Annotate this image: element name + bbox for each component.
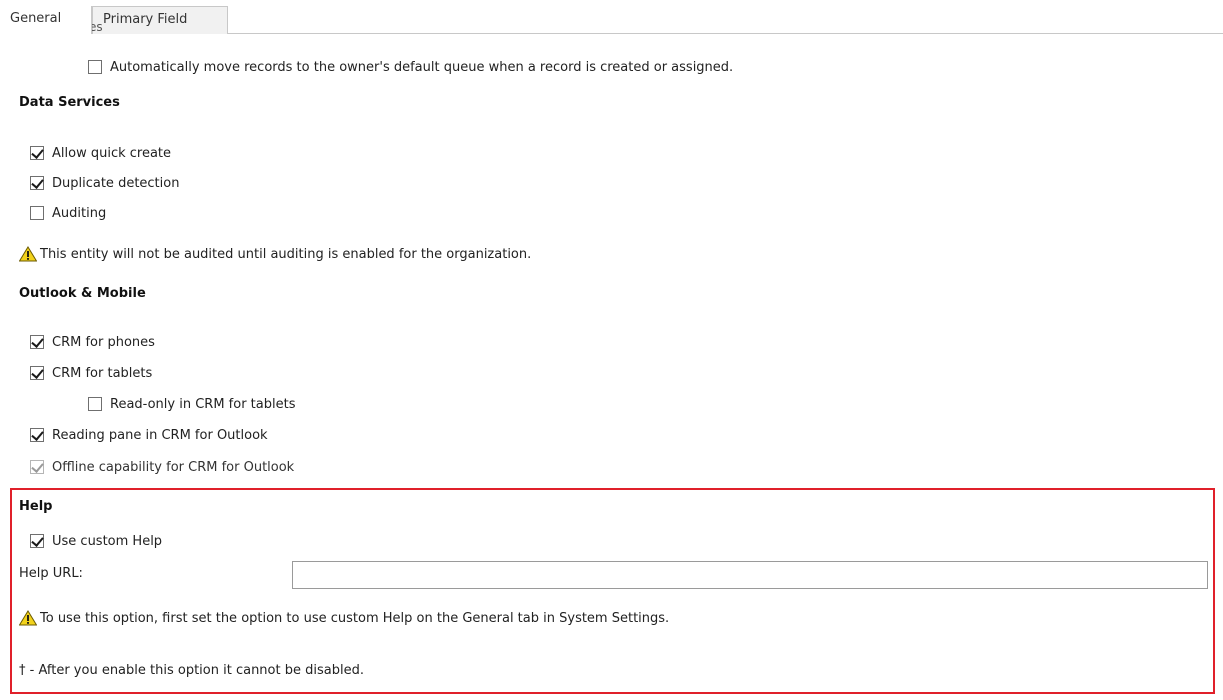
auditing-warning-text: This entity will not be audited until au… <box>40 246 532 262</box>
read-only-tablets-row: Read-only in CRM for tablets <box>88 393 295 415</box>
help-url-label: Help URL: <box>19 566 83 581</box>
allow-quick-create-checkbox[interactable] <box>30 146 44 160</box>
tab-general[interactable]: General <box>0 6 92 34</box>
custom-help-warning-text: To use this option, first set the option… <box>40 610 670 626</box>
warning-icon <box>19 610 37 626</box>
auto-move-queue-checkbox[interactable] <box>88 60 102 74</box>
read-only-tablets-checkbox[interactable] <box>88 397 102 411</box>
use-custom-help-label: Use custom Help <box>52 533 163 549</box>
crm-phones-row: CRM for phones <box>30 331 155 353</box>
offline-capability-label: Offline capability for CRM for Outlook <box>52 459 295 475</box>
help-heading: Help <box>19 499 53 514</box>
custom-help-warning: To use this option, first set the option… <box>19 608 669 628</box>
offline-capability-checkbox <box>30 460 44 474</box>
auto-move-queue-label: Automatically move records to the owner'… <box>110 59 734 75</box>
auto-move-queue-row: Automatically move records to the owner'… <box>88 56 733 78</box>
help-url-input[interactable] <box>292 561 1208 589</box>
allow-quick-create-row: Allow quick create <box>30 142 171 164</box>
duplicate-detection-checkbox[interactable] <box>30 176 44 190</box>
warning-icon <box>19 246 37 262</box>
read-only-tablets-label: Read-only in CRM for tablets <box>110 396 296 412</box>
crm-tablets-row: CRM for tablets <box>30 362 152 384</box>
tab-primary-field[interactable]: Primary Field <box>92 6 228 34</box>
use-custom-help-row: Use custom Help <box>30 530 162 552</box>
auditing-checkbox[interactable] <box>30 206 44 220</box>
data-services-heading: Data Services <box>19 95 120 110</box>
auditing-label: Auditing <box>52 205 107 221</box>
crm-phones-checkbox[interactable] <box>30 335 44 349</box>
irreversible-footnote: † - After you enable this option it cann… <box>19 663 364 678</box>
auditing-warning: This entity will not be audited until au… <box>19 244 531 264</box>
auditing-row: Auditing <box>30 202 106 224</box>
duplicate-detection-label: Duplicate detection <box>52 175 180 191</box>
duplicate-detection-row: Duplicate detection <box>30 172 179 194</box>
crm-tablets-checkbox[interactable] <box>30 366 44 380</box>
use-custom-help-checkbox[interactable] <box>30 534 44 548</box>
crm-tablets-label: CRM for tablets <box>52 365 153 381</box>
outlook-mobile-heading: Outlook & Mobile <box>19 286 146 301</box>
offline-capability-row: Offline capability for CRM for Outlook <box>30 456 294 478</box>
reading-pane-row: Reading pane in CRM for Outlook <box>30 424 268 446</box>
tab-bar: General Primary Field <box>0 0 1223 34</box>
allow-quick-create-label: Allow quick create <box>52 145 172 161</box>
crm-phones-label: CRM for phones <box>52 334 155 350</box>
reading-pane-label: Reading pane in CRM for Outlook <box>52 427 268 443</box>
reading-pane-checkbox[interactable] <box>30 428 44 442</box>
